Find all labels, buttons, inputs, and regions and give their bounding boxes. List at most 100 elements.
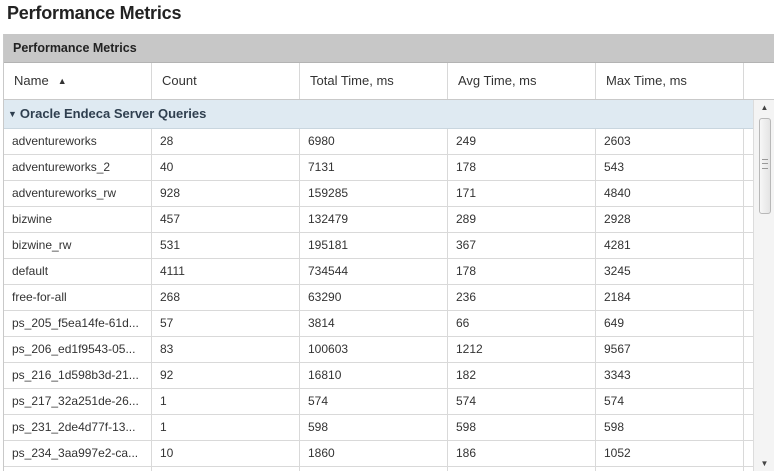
grid-rows: ▼ Oracle Endeca Server Queries adventurew… (4, 100, 753, 471)
cell-count: 83 (152, 337, 300, 362)
cell-name: bizwine_rw (4, 233, 152, 258)
cell-total-time: 3814 (300, 311, 448, 336)
cell-count: 1 (152, 415, 300, 440)
column-header-name[interactable]: Name ▲ (4, 63, 152, 99)
cell-count: 57 (152, 311, 300, 336)
expand-caret-icon[interactable]: ▼ (8, 109, 17, 119)
table-row[interactable]: adventureworks_rw 928 159285 171 4840 (4, 181, 753, 207)
cell-avg-time: 367 (448, 233, 596, 258)
cell-count: 40 (152, 155, 300, 180)
cell-max-time: 2184 (596, 285, 744, 310)
cell-count: 1 (152, 389, 300, 414)
cell-total-time: 574 (300, 389, 448, 414)
column-header-row: Name ▲ Count Total Time, ms Avg Time, ms … (4, 63, 774, 100)
cell-avg-time: 574 (448, 389, 596, 414)
table-row[interactable]: ps_231_2de4d77f-13... 1 598 598 598 (4, 415, 753, 441)
table-row[interactable]: ps_216_1d598b3d-21... 92 16810 182 3343 (4, 363, 753, 389)
cell-max-time: 543 (596, 155, 744, 180)
column-header-label: Count (162, 73, 197, 88)
cell-count: 4111 (152, 259, 300, 284)
table-row[interactable]: ps_217_32a251de-26... 1 574 574 574 (4, 389, 753, 415)
page-title: Performance Metrics (7, 3, 182, 23)
cell-max-time: 598 (596, 415, 744, 440)
column-header-label: Max Time, ms (606, 73, 687, 88)
cell-total-time: 16810 (300, 363, 448, 388)
cell-total-time: 734544 (300, 259, 448, 284)
cell-name: default (4, 259, 152, 284)
cell-count: 531 (152, 233, 300, 258)
cell-count: 268 (152, 285, 300, 310)
cell-name: ps_206_ed1f9543-05... (4, 337, 152, 362)
table-row[interactable]: default 4111 734544 178 3245 (4, 259, 753, 285)
cell-max-time: 4840 (596, 181, 744, 206)
cell-total-time: 195181 (300, 233, 448, 258)
cell-avg-time: 171 (448, 181, 596, 206)
cell-avg-time: 178 (448, 259, 596, 284)
table-row[interactable]: ps_239_92c03749-ff6...1542642841094 (4, 467, 753, 471)
cell-total-time: 4264 (300, 467, 448, 471)
column-header-label: Avg Time, ms (458, 73, 537, 88)
cell-total-time: 1860 (300, 441, 448, 466)
cell-total-time: 63290 (300, 285, 448, 310)
cell-total-time: 598 (300, 415, 448, 440)
scrollbar-grip-icon (762, 159, 768, 169)
group-row-oracle-endeca-server-queries[interactable]: ▼ Oracle Endeca Server Queries (4, 100, 753, 129)
cell-avg-time: 66 (448, 311, 596, 336)
cell-name: ps_216_1d598b3d-21... (4, 363, 152, 388)
cell-name: adventureworks_rw (4, 181, 152, 206)
cell-count: 92 (152, 363, 300, 388)
table-row[interactable]: adventureworks 28 6980 249 2603 (4, 129, 753, 155)
scroll-up-icon[interactable]: ▲ (754, 100, 774, 116)
cell-max-time: 2603 (596, 129, 744, 154)
column-header-label: Name (14, 73, 49, 88)
table-row[interactable]: ps_205_f5ea14fe-61d... 57 3814 66 649 (4, 311, 753, 337)
cell-count: 10 (152, 441, 300, 466)
cell-max-time: 1052 (596, 441, 744, 466)
cell-name: free-for-all (4, 285, 152, 310)
cell-max-time: 9567 (596, 337, 744, 362)
cell-name: ps_217_32a251de-26... (4, 389, 152, 414)
cell-max-time: 574 (596, 389, 744, 414)
cell-count: 28 (152, 129, 300, 154)
cell-max-time: 2928 (596, 207, 744, 232)
sort-ascending-icon: ▲ (57, 76, 67, 86)
cell-max-time: 1094 (596, 467, 744, 471)
cell-name: ps_239_92c03749-ff6... (4, 467, 152, 471)
cell-max-time: 3245 (596, 259, 744, 284)
cell-avg-time: 236 (448, 285, 596, 310)
cell-max-time: 4281 (596, 233, 744, 258)
cell-total-time: 6980 (300, 129, 448, 154)
column-header-total-time[interactable]: Total Time, ms (300, 63, 448, 99)
cell-avg-time: 186 (448, 441, 596, 466)
cell-avg-time: 249 (448, 129, 596, 154)
cell-count: 15 (152, 467, 300, 471)
column-header-count[interactable]: Count (152, 63, 300, 99)
performance-metrics-panel: Performance Metrics Name ▲ Count Total Ti… (3, 34, 774, 471)
cell-name: ps_231_2de4d77f-13... (4, 415, 152, 440)
table-row[interactable]: ps_206_ed1f9543-05... 83 100603 1212 9567 (4, 337, 753, 363)
column-header-avg-time[interactable]: Avg Time, ms (448, 63, 596, 99)
column-header-max-time[interactable]: Max Time, ms (596, 63, 744, 99)
cell-name: adventureworks_2 (4, 155, 152, 180)
table-row[interactable]: ps_234_3aa997e2-ca... 10 1860 186 1052 (4, 441, 753, 467)
cell-count: 928 (152, 181, 300, 206)
cell-avg-time: 178 (448, 155, 596, 180)
cell-max-time: 3343 (596, 363, 744, 388)
cell-total-time: 100603 (300, 337, 448, 362)
scroll-down-icon[interactable]: ▼ (754, 456, 774, 471)
cell-name: bizwine (4, 207, 152, 232)
cell-avg-time: 182 (448, 363, 596, 388)
scrollbar-thumb[interactable] (759, 118, 771, 214)
table-row[interactable]: adventureworks_2 40 7131 178 543 (4, 155, 753, 181)
cell-avg-time: 598 (448, 415, 596, 440)
vertical-scrollbar[interactable]: ▲ ▼ (753, 100, 774, 471)
panel-header: Performance Metrics (4, 34, 774, 63)
table-row[interactable]: bizwine_rw 531 195181 367 4281 (4, 233, 753, 259)
grid-body: ▼ Oracle Endeca Server Queries adventurew… (4, 100, 774, 471)
cell-avg-time: 289 (448, 207, 596, 232)
cell-total-time: 159285 (300, 181, 448, 206)
table-row[interactable]: bizwine 457 132479 289 2928 (4, 207, 753, 233)
cell-name: adventureworks (4, 129, 152, 154)
table-row[interactable]: free-for-all 268 63290 236 2184 (4, 285, 753, 311)
cell-max-time: 649 (596, 311, 744, 336)
